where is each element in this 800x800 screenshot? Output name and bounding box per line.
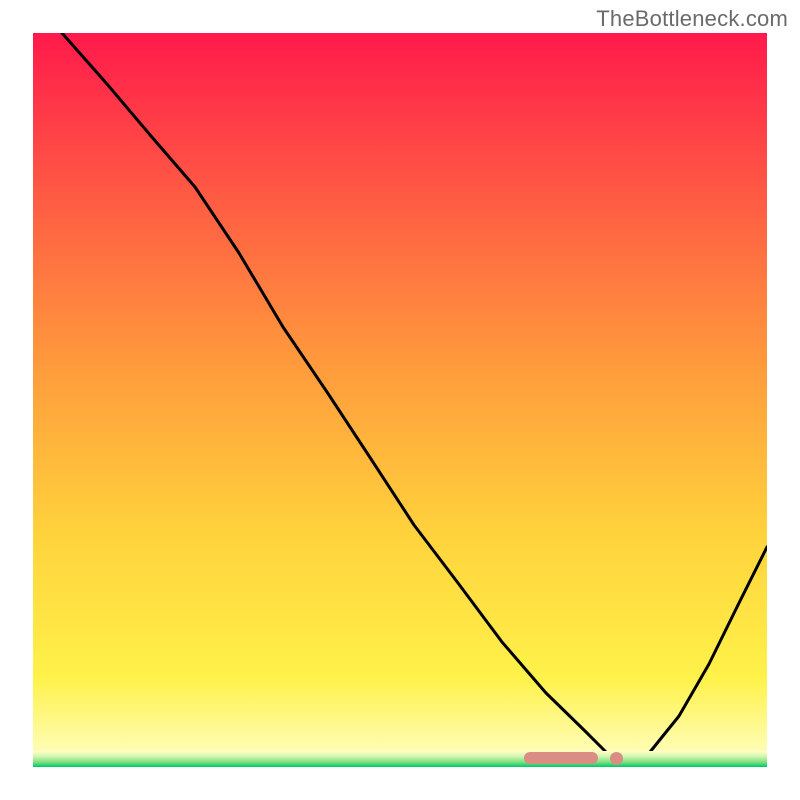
bottleneck-chart	[33, 33, 767, 767]
optimal-band	[33, 751, 767, 767]
watermark-text: TheBottleneck.com	[596, 6, 788, 32]
chart-background	[33, 33, 767, 767]
